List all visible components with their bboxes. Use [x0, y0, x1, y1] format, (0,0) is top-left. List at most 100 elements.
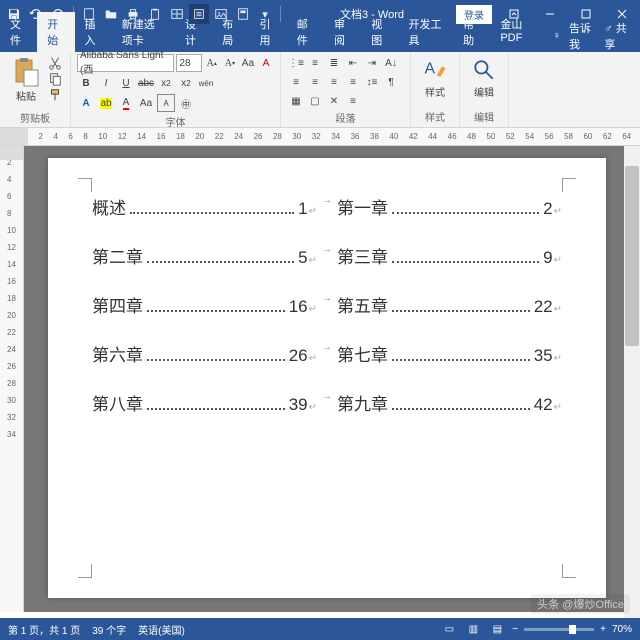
font-size-combo[interactable]: 28: [176, 54, 201, 72]
zoom-level[interactable]: 70%: [612, 624, 632, 635]
zoom-out-icon[interactable]: −: [512, 624, 518, 635]
show-marks-icon[interactable]: ¶: [382, 73, 400, 91]
table-icon[interactable]: [167, 4, 187, 24]
vertical-ruler[interactable]: 246810121416182022242628303234: [0, 146, 24, 612]
paste-icon[interactable]: [145, 4, 165, 24]
tab-arrow-icon: →: [317, 390, 337, 415]
ribbon-tabs: 文件开始插入新建选项卡设计布局引用邮件审阅视图开发工具帮助金山PDF ♀ 告诉我…: [0, 28, 640, 52]
tab-10[interactable]: 开发工具: [399, 12, 454, 52]
vertical-scrollbar[interactable]: [624, 146, 640, 618]
toc-entry: 概述1↵: [92, 194, 317, 219]
tell-me-icon[interactable]: ♀: [553, 30, 561, 42]
font-group: Alibaba Sans Light (西 28 A▴ A▾ Aa A B I …: [71, 52, 281, 127]
page: 概述1↵→第一章2↵第二章5↵→第三章9↵第四章16↵→第五章22↵第六章26↵…: [48, 158, 606, 598]
font-name-combo[interactable]: Alibaba Sans Light (西: [77, 54, 174, 72]
char-border-icon[interactable]: A: [157, 94, 175, 112]
watermark: 头条 @爆炒Office: [531, 594, 630, 614]
sort-icon[interactable]: A↓: [382, 54, 400, 72]
cut-icon[interactable]: [48, 56, 62, 70]
line-spacing-icon[interactable]: ↕≡: [363, 73, 381, 91]
web-layout-icon[interactable]: ▤: [488, 621, 506, 637]
image-icon[interactable]: [211, 4, 231, 24]
tab-arrow-icon: →: [317, 292, 337, 317]
multilevel-icon[interactable]: ≣: [325, 54, 343, 72]
page-indicator[interactable]: 第 1 页，共 1 页: [8, 622, 80, 637]
text-effects-icon[interactable]: A: [77, 94, 95, 112]
change-case-icon[interactable]: Aa: [240, 54, 256, 72]
read-view-icon[interactable]: ▭: [440, 621, 458, 637]
save-icon[interactable]: [4, 4, 24, 24]
italic-icon[interactable]: I: [97, 74, 115, 92]
workspace: 246810121416182022242628303234 概述1↵→第一章2…: [0, 146, 640, 612]
toc-entry: 第四章16↵: [92, 292, 317, 317]
find-button[interactable]: 编辑: [466, 54, 502, 101]
styles-button[interactable]: A 样式: [417, 54, 453, 101]
underline-icon[interactable]: U: [117, 74, 135, 92]
tab-9[interactable]: 视图: [361, 12, 398, 52]
strikethrough-icon[interactable]: abc: [137, 74, 155, 92]
scroll-thumb[interactable]: [625, 166, 639, 346]
chevron-down-icon[interactable]: ▾: [255, 4, 275, 24]
toc-entry: 第六章26↵: [92, 341, 317, 366]
format-painter-icon[interactable]: [48, 88, 62, 102]
increase-indent-icon[interactable]: ⇥: [363, 54, 381, 72]
tab-8[interactable]: 审阅: [324, 12, 361, 52]
bullets-icon[interactable]: ⋮≡: [287, 54, 305, 72]
tab-3[interactable]: 新建选项卡: [112, 12, 175, 52]
toc-entry: 第一章2↵: [337, 194, 562, 219]
styles-group: A 样式 样式: [411, 52, 460, 127]
tab-7[interactable]: 邮件: [287, 12, 324, 52]
align-left-icon[interactable]: ≡: [287, 73, 305, 91]
zoom-slider[interactable]: [524, 628, 594, 631]
toc-entry: 第九章42↵: [337, 390, 562, 415]
toc-entry: 第七章35↵: [337, 341, 562, 366]
decrease-indent-icon[interactable]: ⇤: [344, 54, 362, 72]
bold-icon[interactable]: B: [77, 74, 95, 92]
snap-icon[interactable]: ✕: [325, 92, 343, 110]
toc-entry: 第三章9↵: [337, 243, 562, 268]
toc-entry: 第五章22↵: [337, 292, 562, 317]
toc-entry: 第二章5↵: [92, 243, 317, 268]
redo-icon[interactable]: [48, 4, 68, 24]
char-shading-icon[interactable]: Aa: [137, 94, 155, 112]
table-of-contents: 概述1↵→第一章2↵第二章5↵→第三章9↵第四章16↵→第五章22↵第六章26↵…: [92, 194, 562, 415]
shrink-font-icon[interactable]: A▾: [222, 54, 238, 72]
layout-icon[interactable]: [233, 4, 253, 24]
undo-icon[interactable]: [26, 4, 46, 24]
tab-arrow-icon: →: [317, 243, 337, 268]
read-mode-icon[interactable]: [189, 4, 209, 24]
word-count[interactable]: 39 个字: [92, 622, 126, 637]
print-icon[interactable]: [123, 4, 143, 24]
zoom-in-icon[interactable]: +: [600, 624, 606, 635]
document-area[interactable]: 概述1↵→第一章2↵第二章5↵→第三章9↵第四章16↵→第五章22↵第六章26↵…: [24, 146, 640, 612]
align-right-icon[interactable]: ≡: [325, 73, 343, 91]
print-layout-icon[interactable]: ▥: [464, 621, 482, 637]
justify-icon[interactable]: ≡: [344, 73, 362, 91]
enclose-char-icon[interactable]: ㊥: [177, 94, 195, 112]
align-center-icon[interactable]: ≡: [306, 73, 324, 91]
shading-icon[interactable]: ▦: [287, 92, 305, 110]
numbering-icon[interactable]: ≡: [306, 54, 324, 72]
borders-icon[interactable]: ▢: [306, 92, 324, 110]
tab-arrow-icon: →: [317, 341, 337, 366]
tab-12[interactable]: 金山PDF: [490, 12, 545, 52]
tab-11[interactable]: 帮助: [453, 12, 490, 52]
subscript-icon[interactable]: x2: [157, 74, 175, 92]
language-indicator[interactable]: 英语(美国): [138, 622, 185, 637]
tell-me-label[interactable]: 告诉我: [569, 20, 596, 52]
paragraph-group: ⋮≡ ≡ ≣ ⇤ ⇥ A↓ ≡ ≡ ≡ ≡ ↕≡ ¶ ▦ ▢ ✕ ≡ 段落: [281, 52, 411, 127]
highlight-icon[interactable]: ab: [97, 94, 115, 112]
superscript-icon[interactable]: x2: [177, 74, 195, 92]
horizontal-ruler[interactable]: 2468101214161820222426283032343638404244…: [0, 128, 640, 146]
distribute-icon[interactable]: ≡: [344, 92, 362, 110]
svg-text:A: A: [425, 61, 436, 78]
grow-font-icon[interactable]: A▴: [204, 54, 220, 72]
share-button[interactable]: ♂ 共享: [604, 20, 632, 52]
editing-group: 编辑 编辑: [460, 52, 509, 127]
open-icon[interactable]: [101, 4, 121, 24]
font-color-icon[interactable]: A: [117, 94, 135, 112]
clear-format-icon[interactable]: A: [258, 54, 274, 72]
phonetic-icon[interactable]: wén: [197, 74, 215, 92]
new-icon[interactable]: [79, 4, 99, 24]
copy-icon[interactable]: [48, 72, 62, 86]
